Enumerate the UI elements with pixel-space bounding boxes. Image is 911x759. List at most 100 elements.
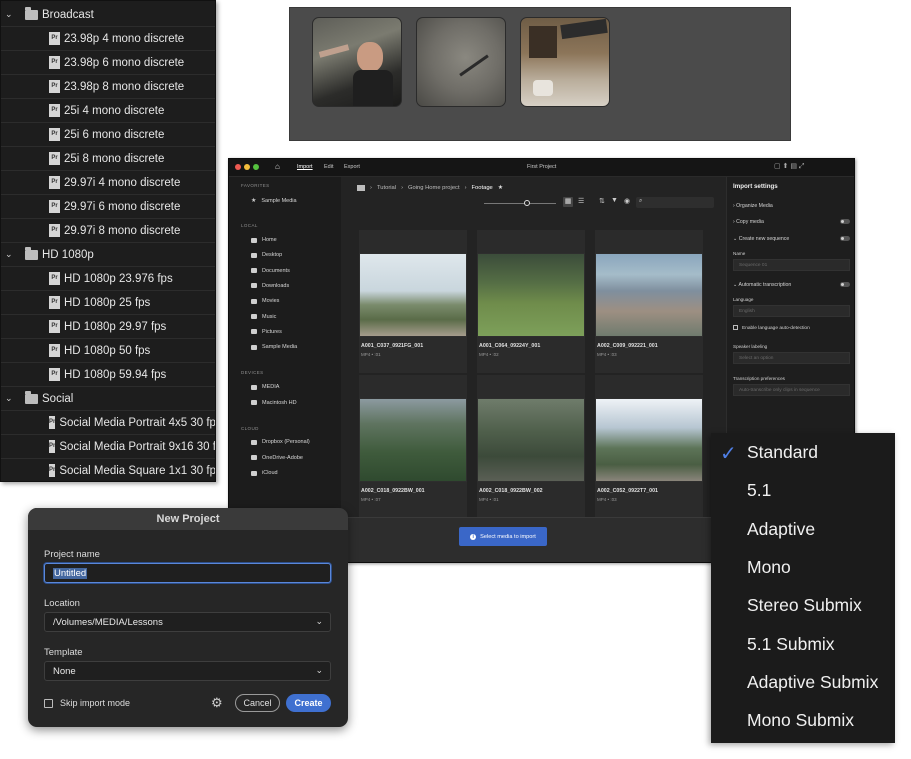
preset-item[interactable]: Pr 23.98p 4 mono discrete [1, 27, 215, 51]
clip-tile[interactable]: A001_C037_0921FG_001 MP4 • :01 [359, 230, 467, 373]
transcription-pref-select[interactable]: Auto-transcribe only clips in sequence [733, 384, 850, 396]
clip-card[interactable]: A001_C037_0921FG_001 MP4 • :01 [359, 230, 467, 373]
sidebar-item-documents[interactable]: Documents [251, 268, 290, 274]
auto-transcription-row[interactable]: ⌄ Automatic transcription [733, 282, 850, 288]
audio-menu-item[interactable]: Standard [747, 442, 818, 463]
clip-tile[interactable]: A002_C052_0922T7_001 MP4 • :03 [595, 375, 703, 518]
clip-thumbnail[interactable] [477, 253, 585, 337]
create-sequence-toggle[interactable] [840, 236, 850, 241]
preset-folder[interactable]: ⌄ HD 1080p [1, 243, 215, 267]
chevron-down-icon[interactable]: ⌄ [5, 249, 19, 260]
preset-item[interactable]: Pr HD 1080p 23.976 fps [1, 267, 215, 291]
zoom-slider-handle[interactable] [524, 200, 530, 206]
clip-tile[interactable]: A001_C064_09224Y_001 MP4 • :02 [477, 230, 585, 373]
clip-thumbnail-person[interactable] [312, 17, 402, 107]
clip-card[interactable]: A001_C064_09224Y_001 MP4 • :02 [477, 230, 585, 373]
folder-icon[interactable] [357, 185, 365, 191]
organize-media-row[interactable]: › Organize Media [733, 203, 850, 209]
clip-card[interactable]: A002_C009_092221_001 MP4 • :03 [595, 230, 703, 373]
sidebar-item-dropbox-personal-[interactable]: Dropbox (Personal) [251, 439, 310, 445]
speaker-select[interactable]: Select an option [733, 352, 850, 364]
chevron-down-icon[interactable]: ⌄ [5, 393, 19, 404]
select-media-button[interactable]: i Select media to import [459, 527, 547, 546]
home-icon[interactable]: ⌂ [275, 162, 280, 171]
filter-icon[interactable]: ▼ [611, 197, 618, 204]
location-select[interactable]: /Volumes/MEDIA/Lessons ⌄ [44, 612, 331, 632]
template-select[interactable]: None ⌄ [44, 661, 331, 681]
sidebar-item-macintosh-hd[interactable]: Macintosh HD [251, 400, 297, 406]
auto-transcription-toggle[interactable] [840, 282, 850, 287]
sidebar-item-desktop[interactable]: Desktop [251, 252, 282, 258]
list-view-icon[interactable]: ☰ [578, 197, 584, 205]
sidebar-item-movies[interactable]: Movies [251, 298, 279, 304]
zoom-slider[interactable] [484, 200, 556, 206]
clip-thumbnail-kitchen[interactable] [520, 17, 610, 107]
project-name-field[interactable]: Untitled [44, 563, 331, 583]
preset-item[interactable]: Pr Social Media Portrait 9x16 30 fps [1, 435, 215, 459]
clip-tile[interactable]: A002_C018_0922BW_002 MP4 • :01 [477, 375, 585, 518]
clip-thumbnail[interactable] [477, 398, 585, 482]
skip-import-checkbox[interactable] [44, 698, 53, 708]
clip-thumbnail[interactable] [595, 253, 703, 337]
clip-thumbnail[interactable] [359, 398, 467, 482]
audio-menu-item[interactable]: Adaptive Submix [747, 672, 878, 693]
preset-item[interactable]: Pr HD 1080p 29.97 fps [1, 315, 215, 339]
sequence-name-field[interactable]: Sequence 01 [733, 259, 850, 271]
audio-menu-item[interactable]: 5.1 Submix [747, 634, 835, 655]
language-select[interactable]: English [733, 305, 850, 317]
clip-card[interactable]: A002_C018_0922BW_001 MP4 • :07 [359, 375, 467, 518]
auto-detect-row[interactable]: Enable language auto-detection [733, 325, 850, 331]
create-button[interactable]: Create [286, 694, 331, 712]
clip-card[interactable]: A002_C052_0922T7_001 MP4 • :03 [595, 375, 703, 518]
chevron-down-icon[interactable]: ⌄ [5, 9, 19, 20]
minimize-dot[interactable] [244, 164, 250, 170]
preset-folder[interactable]: ⌄ Broadcast [1, 3, 215, 27]
audio-menu-item[interactable]: Mono Submix [747, 710, 854, 731]
preset-item[interactable]: Pr 29.97i 8 mono discrete [1, 219, 215, 243]
audio-menu-item[interactable]: 5.1 [747, 480, 771, 501]
close-dot[interactable] [235, 164, 241, 170]
grid-view-icon[interactable]: ▦ [563, 197, 573, 207]
preset-item[interactable]: Pr 23.98p 6 mono discrete [1, 51, 215, 75]
preset-item[interactable]: Pr HD 1080p 59.94 fps [1, 363, 215, 387]
clip-thumbnail[interactable] [359, 253, 467, 337]
clip-thumbnail-blur[interactable] [416, 17, 506, 107]
preset-item[interactable]: Pr 25i 4 mono discrete [1, 99, 215, 123]
copy-media-toggle[interactable] [840, 219, 850, 224]
search-input[interactable]: ⌕ [636, 197, 714, 208]
sidebar-item-downloads[interactable]: Downloads [251, 283, 289, 289]
preset-item[interactable]: Pr HD 1080p 25 fps [1, 291, 215, 315]
clip-tile[interactable]: A002_C018_0922BW_001 MP4 • :07 [359, 375, 467, 518]
sort-icon[interactable]: ⇅ [599, 197, 605, 205]
preset-item[interactable]: Pr 29.97i 4 mono discrete [1, 171, 215, 195]
breadcrumb-going-home[interactable]: Going Home project [408, 185, 460, 191]
audio-menu-item[interactable]: Adaptive [747, 519, 815, 540]
workspace-icons[interactable]: ▢ ⬆ ▤ ⤢ [774, 162, 805, 171]
create-sequence-row[interactable]: ⌄ Create new sequence [733, 236, 850, 242]
gear-icon[interactable]: ⚙ [211, 695, 223, 711]
sidebar-item-media[interactable]: MEDIA [251, 384, 279, 390]
sidebar-item-pictures[interactable]: Pictures [251, 329, 282, 335]
clip-tile[interactable]: A002_C009_092221_001 MP4 • :03 [595, 230, 703, 373]
preset-item[interactable]: Pr 23.98p 8 mono discrete [1, 75, 215, 99]
eye-icon[interactable]: ◉ [624, 197, 630, 205]
sidebar-item-icloud[interactable]: iCloud [251, 470, 278, 476]
breadcrumb-tutorial[interactable]: Tutorial [377, 185, 396, 191]
preset-item[interactable]: Pr 25i 6 mono discrete [1, 123, 215, 147]
sidebar-item-home[interactable]: Home [251, 237, 277, 243]
audio-menu-item[interactable]: Stereo Submix [747, 595, 862, 616]
tab-edit[interactable]: Edit [324, 164, 333, 170]
preset-item[interactable]: Pr Social Media Portrait 4x5 30 fps [1, 411, 215, 435]
auto-detect-checkbox[interactable] [733, 325, 738, 330]
clip-thumbnail[interactable] [595, 398, 703, 482]
favorite-star-icon[interactable]: ★ [498, 185, 503, 191]
preset-item[interactable]: Pr 29.97i 6 mono discrete [1, 195, 215, 219]
sidebar-item-music[interactable]: Music [251, 314, 276, 320]
copy-media-row[interactable]: › Copy media [733, 219, 850, 225]
tab-import[interactable]: Import [297, 164, 313, 170]
sidebar-item-sample-media-fav[interactable]: ★ Sample Media [251, 197, 297, 205]
sidebar-item-sample-media[interactable]: Sample Media [251, 344, 297, 350]
sidebar-item-onedrive-adobe[interactable]: OneDrive-Adobe [251, 455, 303, 461]
audio-menu-item[interactable]: Mono [747, 557, 791, 578]
tab-export[interactable]: Export [344, 164, 360, 170]
